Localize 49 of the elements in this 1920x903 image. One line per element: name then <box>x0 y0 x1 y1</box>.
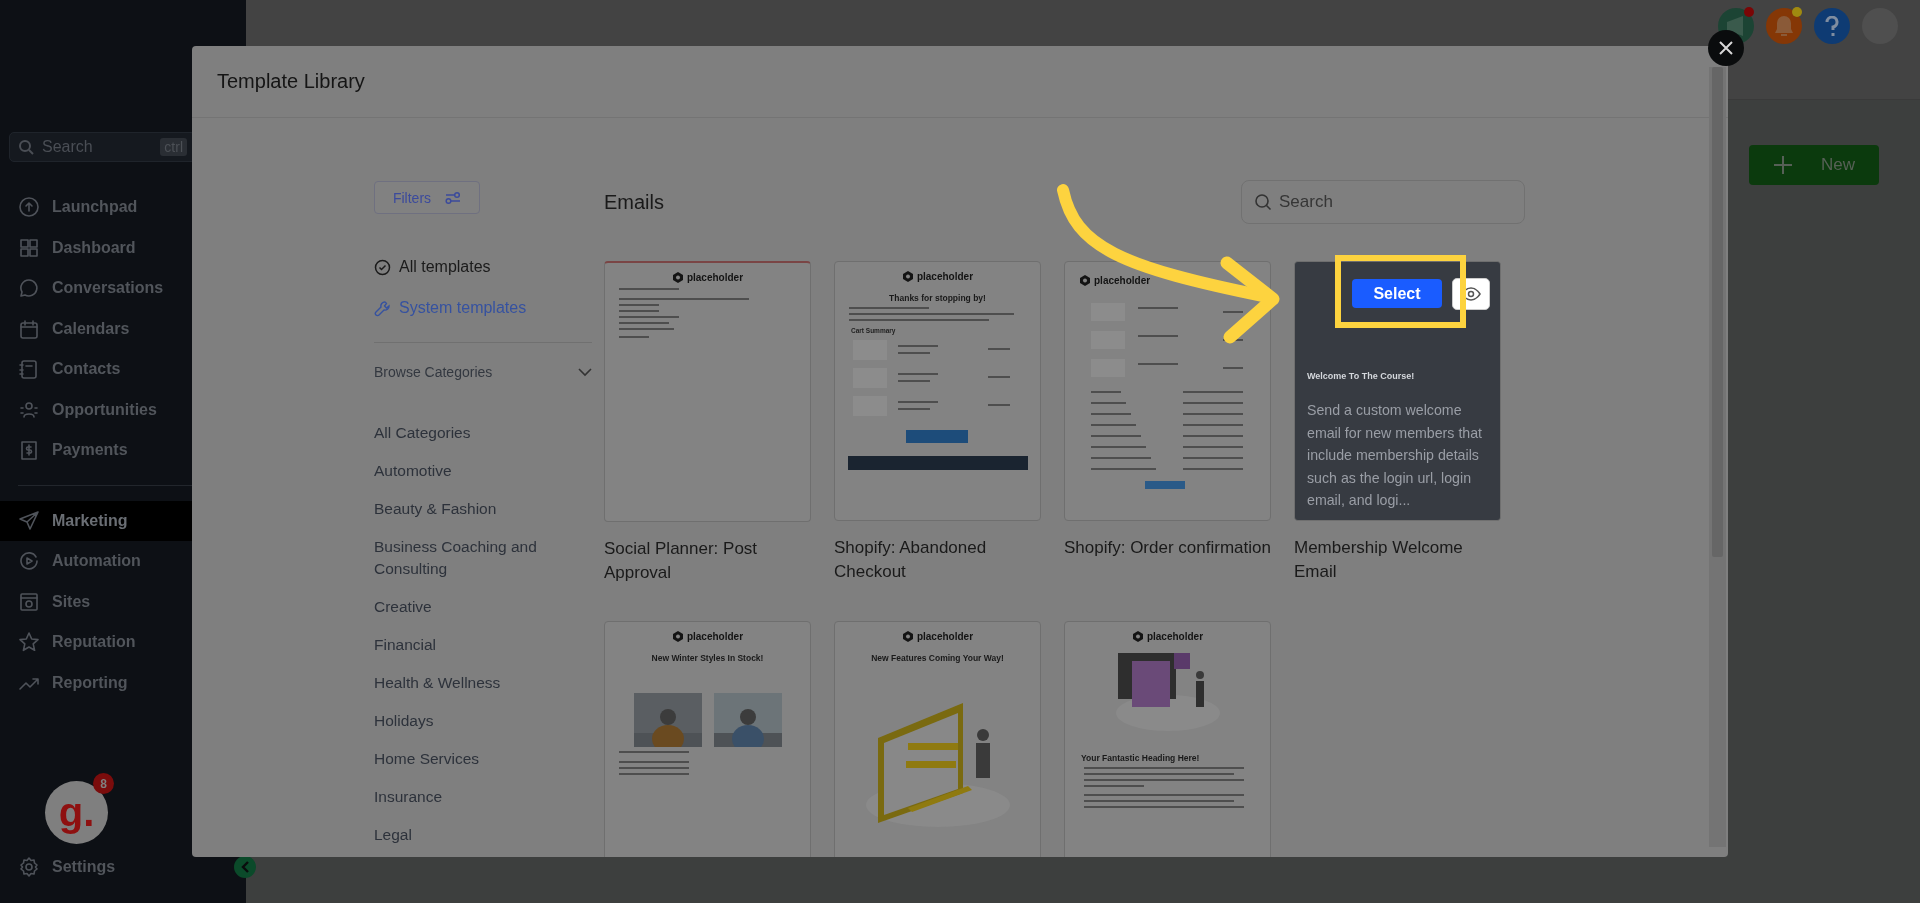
search-field[interactable]: Search <box>1241 180 1525 224</box>
category-link[interactable]: Holidays <box>374 708 558 734</box>
category-link[interactable]: Automotive <box>374 458 558 484</box>
email-heading: Your Fantastic Heading Here! <box>1081 753 1200 763</box>
nav-item[interactable]: Opportunities <box>0 389 246 430</box>
new-button[interactable]: New <box>1749 145 1879 185</box>
email-heading: New Winter Styles In Stock! <box>651 653 764 663</box>
section-title: Emails <box>604 190 664 214</box>
filter-option[interactable]: System templates <box>374 299 558 317</box>
nav-item[interactable]: Payments <box>0 430 246 471</box>
brand-name: placeholder <box>1146 631 1204 642</box>
template-title[interactable]: Membership Welcome Email <box>1294 536 1501 584</box>
email-heading: Thanks for stopping by! <box>889 293 986 303</box>
brand-name: placeholder <box>1094 275 1151 286</box>
category-toggle[interactable]: Browse Categories <box>374 364 592 380</box>
settings-item[interactable]: Settings <box>0 851 246 883</box>
email-heading: New Features Coming Your Way! <box>871 653 1004 663</box>
nav-item[interactable]: Calendars <box>0 308 246 349</box>
nav-item[interactable]: Launchpad <box>0 187 246 228</box>
template-description: Send a custom welcome email for new members that include membership details such as the login url, login email, and logi... <box>1307 401 1484 510</box>
category-link[interactable]: Health & Wellness <box>374 670 558 696</box>
email-heading: Welcome To The Course! <box>1307 371 1415 381</box>
category-link[interactable]: Financial <box>374 632 558 658</box>
category-link[interactable]: Business Coaching and Consulting <box>374 534 558 582</box>
select-button[interactable]: Select <box>1352 279 1442 308</box>
nav-item[interactable]: Automation <box>0 541 246 582</box>
template-title[interactable]: Social Planner: Post Approval <box>604 537 811 585</box>
category-link[interactable]: Legal <box>374 822 558 848</box>
nav-item[interactable]: Sites <box>0 581 246 622</box>
nav-item[interactable]: Contacts <box>0 349 246 390</box>
category-link[interactable]: Beauty & Fashion <box>374 496 558 522</box>
brand-name: placeholder <box>686 272 744 283</box>
filters-button[interactable]: Filters <box>374 181 480 214</box>
notification-badge: 8 <box>93 773 114 794</box>
category-link[interactable]: Creative <box>374 594 558 620</box>
brand-name: placeholder <box>686 631 744 642</box>
nav-item[interactable]: Conversations <box>0 268 246 309</box>
category-link[interactable]: Home Services <box>374 746 558 772</box>
brand-name: placeholder <box>916 271 974 282</box>
filter-option[interactable]: All templates <box>374 258 558 276</box>
nav-item[interactable]: Reporting <box>0 662 246 703</box>
category-link[interactable]: Insurance <box>374 784 558 810</box>
nav-item[interactable]: Reputation <box>0 622 246 663</box>
category-link[interactable]: All Categories <box>374 420 558 446</box>
template-title[interactable]: Shopify: Order confirmation <box>1064 536 1271 560</box>
dialog-title: Template Library <box>217 70 365 93</box>
brand-name: placeholder <box>916 631 974 642</box>
template-title[interactable]: Shopify: Abandoned Checkout <box>834 536 1041 584</box>
nav-item[interactable]: Dashboard <box>0 227 246 268</box>
